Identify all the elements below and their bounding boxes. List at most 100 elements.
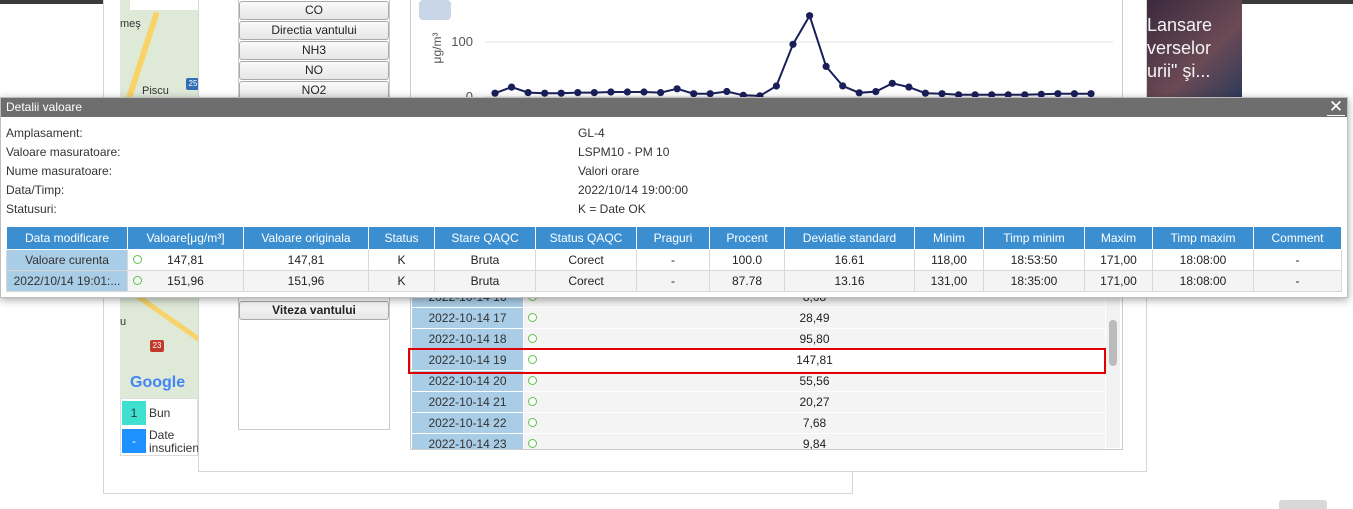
list-item[interactable]: 2022-10-14 17 28,49 — [412, 308, 1105, 329]
table-cell: - — [636, 270, 710, 292]
column-header[interactable]: Praguri — [636, 226, 710, 250]
column-header[interactable]: Maxim — [1084, 226, 1153, 250]
selected-row-highlight — [408, 348, 1106, 374]
info-value-status: K = Date OK — [578, 202, 646, 216]
table-cell: K — [368, 249, 435, 271]
table-cell: 131,00 — [914, 270, 984, 292]
road-shield: 25 — [186, 78, 198, 90]
column-header[interactable]: Procent — [709, 226, 785, 250]
info-label-location: Amplasament: — [6, 126, 83, 140]
value-history-table: Data modificare Valoare[μg/m³] Valoare ori… — [6, 226, 1342, 292]
legend-swatch-insufficient: - — [122, 429, 146, 453]
list-item[interactable]: 2022-10-14 23 9,84 — [412, 434, 1105, 449]
data-point — [723, 87, 731, 96]
legend-swatch-good: 1 — [122, 401, 146, 425]
data-point — [657, 89, 665, 97]
table-cell: 16.61 — [784, 249, 915, 271]
list-item-value: 95,80 — [524, 329, 1105, 349]
map-control[interactable] — [130, 0, 198, 10]
list-item-value: 28,49 — [524, 308, 1105, 328]
data-point — [574, 89, 582, 97]
list-item[interactable]: 2022-10-14 18 95,80 — [412, 329, 1105, 350]
column-header[interactable]: Data modificare — [6, 226, 128, 250]
column-header[interactable]: Valoare originala — [243, 226, 369, 250]
column-header[interactable]: Comment — [1253, 226, 1342, 250]
corner-button[interactable] — [1279, 500, 1327, 509]
google-logo: Google — [130, 374, 186, 391]
map-label: u — [120, 316, 127, 328]
table-cell: 147,81 — [127, 249, 244, 271]
table-cell: Corect — [535, 270, 637, 292]
chart-menu-button — [419, 0, 451, 20]
line-chart: 1000μg/m³ — [419, 0, 1113, 100]
hourly-values-list: 2022-10-14 168,082022-10-14 1728,492022-… — [410, 298, 1123, 450]
table-cell: 18:08:00 — [1152, 249, 1254, 271]
table-cell: 18:08:00 — [1152, 270, 1254, 292]
parameter-button[interactable]: NH3 — [239, 41, 389, 60]
parameter-button[interactable]: Viteza vantului — [239, 301, 389, 320]
close-icon[interactable]: ✕ — [1327, 98, 1345, 116]
list-item-value: 9,84 — [524, 434, 1105, 449]
cell-value: 147,81 — [167, 253, 204, 267]
column-header[interactable]: Timp maxim — [1152, 226, 1254, 250]
column-header[interactable]: Deviatie standard — [784, 226, 915, 250]
data-point — [524, 89, 532, 97]
table-cell: 18:53:50 — [983, 249, 1085, 271]
status-ok-icon — [528, 397, 537, 406]
map-road — [136, 294, 198, 351]
list-item[interactable]: 2022-10-14 22 7,68 — [412, 413, 1105, 434]
status-ok-icon — [528, 376, 537, 385]
column-header[interactable]: Stare QAQC — [434, 226, 536, 250]
list-item[interactable]: 2022-10-14 21 20,27 — [412, 392, 1105, 413]
table-cell: 118,00 — [914, 249, 984, 271]
list-item-date: 2022-10-14 17 — [412, 308, 523, 328]
map-label: Piscu — [142, 85, 169, 97]
news-thumbnail[interactable]: Lansare verselor urii" şi... — [1147, 0, 1242, 98]
table-cell: - — [1253, 249, 1342, 271]
table-cell: 100.0 — [709, 249, 785, 271]
list-item[interactable]: 2022-10-14 20 55,56 — [412, 371, 1105, 392]
status-ok-icon — [133, 255, 142, 264]
table-cell: 151,96 — [243, 270, 369, 292]
table-row[interactable]: Valoare curenta 147,81 147,81 K Bruta Corect -… — [6, 249, 1342, 271]
info-label-measurement: Valoare masuratoare: — [6, 145, 121, 159]
list-item-date: 2022-10-14 22 — [412, 413, 523, 433]
table-cell: Valoare curenta — [6, 249, 128, 271]
value-details-popup: Detalii valoare ✕ Amplasament: GL-4 Valo… — [0, 97, 1348, 298]
table-cell: - — [636, 249, 710, 271]
data-point — [590, 89, 598, 97]
scrollbar-thumb[interactable] — [1109, 320, 1117, 366]
info-value-location: GL-4 — [578, 126, 605, 140]
data-point — [541, 89, 549, 97]
parameter-button[interactable]: NO — [239, 61, 389, 80]
table-row[interactable]: 2022/10/14 19:01:... 151,96 151,96 K Bruta Co… — [6, 270, 1342, 292]
list-item-date: 2022-10-14 23 — [412, 434, 523, 449]
column-header[interactable]: Status — [368, 226, 435, 250]
parameter-button[interactable]: Directia vantului — [239, 21, 389, 40]
column-header[interactable]: Status QAQC — [535, 226, 637, 250]
y-axis-label: μg/m³ — [430, 33, 444, 64]
column-header[interactable]: Valoare[μg/m³] — [127, 226, 244, 250]
info-label-status: Statusuri: — [6, 202, 57, 216]
list-item-value: 20,27 — [524, 392, 1105, 412]
data-point — [673, 85, 681, 93]
status-ok-icon — [528, 418, 537, 427]
column-header[interactable]: Minim — [914, 226, 984, 250]
table-cell: 87.78 — [709, 270, 785, 292]
data-point — [921, 89, 929, 97]
table-cell: 151,96 — [127, 270, 244, 292]
data-point — [839, 82, 847, 90]
column-header[interactable]: Timp minim — [983, 226, 1085, 250]
list-item-value: 55,56 — [524, 371, 1105, 391]
data-point — [905, 83, 913, 91]
data-point — [557, 89, 565, 97]
map-legend: 1 Bun - Date insuficiente — [120, 398, 199, 456]
table-cell: 2022/10/14 19:01:... — [6, 270, 128, 292]
list-item[interactable]: 2022-10-14 168,08 — [412, 298, 1105, 308]
cell-value: 151,96 — [167, 274, 204, 288]
chart-panel: 100 0 μg/m³ — [410, 0, 1123, 100]
info-value-name: Valori orare — [578, 164, 640, 178]
data-point — [772, 82, 780, 90]
series-line — [494, 13, 1091, 97]
parameter-button[interactable]: CO — [239, 1, 389, 20]
